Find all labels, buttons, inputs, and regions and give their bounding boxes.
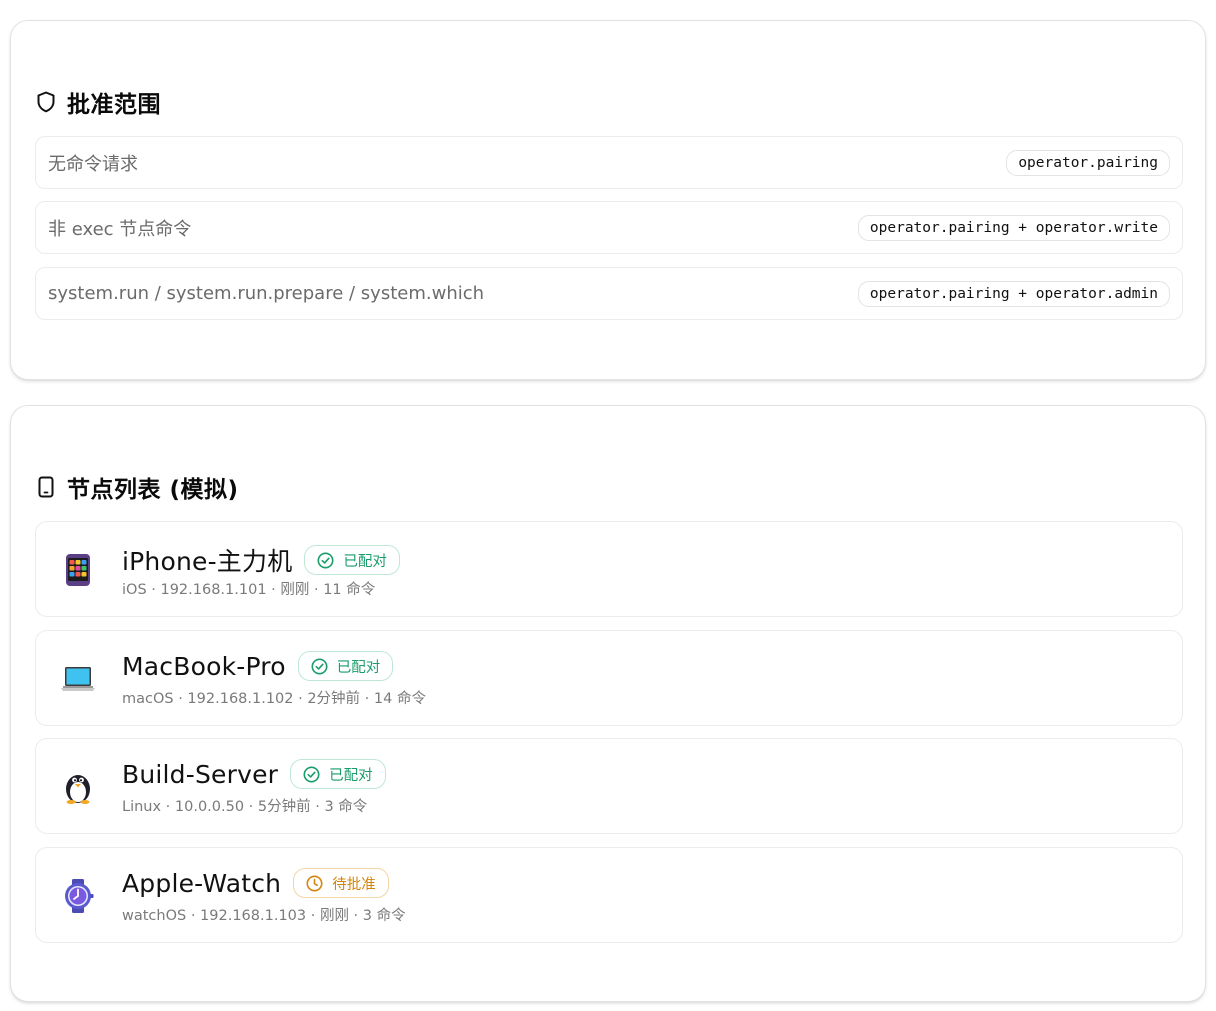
node-title-line: Apple-Watch 待批准 [122,868,389,898]
check-circle-icon [317,552,334,568]
node-list-card: 节点列表 (模拟) iPhone-主力机 已配对 iOS · 192.168.1… [10,405,1206,1002]
scope-row-code: operator.pairing + operator.write [857,214,1170,241]
status-badge: 已配对 [290,759,386,789]
node-title-line: iPhone-主力机 已配对 [122,542,400,578]
check-circle-icon [311,658,328,674]
node-item-apple-watch[interactable]: Apple-Watch 待批准 watchOS · 192.168.1.103 … [35,847,1183,943]
status-badge: 已配对 [297,651,394,681]
node-name: Build-Server [122,759,279,789]
nodes-section-title: 节点列表 (模拟) [36,470,239,504]
scope-row: system.run / system.run.prepare / system… [35,267,1183,320]
status-badge-label: 已配对 [336,659,381,676]
node-meta: watchOS · 192.168.1.103 · 刚刚 · 3 命令 [122,908,406,924]
node-title-line: MacBook-Pro 已配对 [122,651,394,681]
phone-outline-icon [38,476,54,498]
scope-row-code: operator.pairing [1006,149,1170,176]
watch-icon [65,879,94,913]
scope-row-label: system.run / system.run.prepare / system… [48,283,485,304]
status-badge: 已配对 [304,545,400,575]
penguin-icon [66,775,90,804]
node-item-iphone[interactable]: iPhone-主力机 已配对 iOS · 192.168.1.101 · 刚刚 … [35,521,1183,617]
laptop-icon [61,667,95,691]
node-item-macbook[interactable]: MacBook-Pro 已配对 macOS · 192.168.1.102 · … [35,630,1183,726]
shield-icon [37,91,55,113]
node-meta: iOS · 192.168.1.101 · 刚刚 · 11 命令 [122,582,376,598]
scope-row-code: operator.pairing + operator.admin [857,280,1170,307]
node-name: iPhone-主力机 [122,547,293,576]
nodes-title-text: 节点列表 (模拟) [67,477,239,503]
scope-section-title: 批准范围 [36,85,161,119]
node-meta: Linux · 10.0.0.50 · 5分钟前 · 3 命令 [122,799,368,815]
node-title-line: Build-Server 已配对 [122,759,386,789]
node-name: Apple-Watch [122,868,282,898]
node-meta: macOS · 192.168.1.102 · 2分钟前 · 14 命令 [122,691,426,707]
check-circle-icon [303,766,320,782]
scope-title-text: 批准范围 [67,92,161,118]
status-badge-label: 已配对 [329,767,373,784]
clock-icon [306,875,323,891]
status-badge-label: 已配对 [343,553,387,570]
approval-scope-card: 批准范围 无命令请求 operator.pairing 非 exec 节点命令 … [10,20,1206,380]
node-item-build-server[interactable]: Build-Server 已配对 Linux · 10.0.0.50 · 5分钟… [35,738,1183,834]
node-name: MacBook-Pro [122,651,286,681]
status-badge: 待批准 [293,868,389,898]
mobile-phone-icon [66,554,90,586]
scope-row-label: 非 exec 节点命令 [48,218,192,240]
status-badge-label: 待批准 [332,876,376,893]
scope-row: 无命令请求 operator.pairing [35,136,1183,189]
scope-row-label: 无命令请求 [48,153,138,175]
scope-row: 非 exec 节点命令 operator.pairing + operator.… [35,201,1183,254]
